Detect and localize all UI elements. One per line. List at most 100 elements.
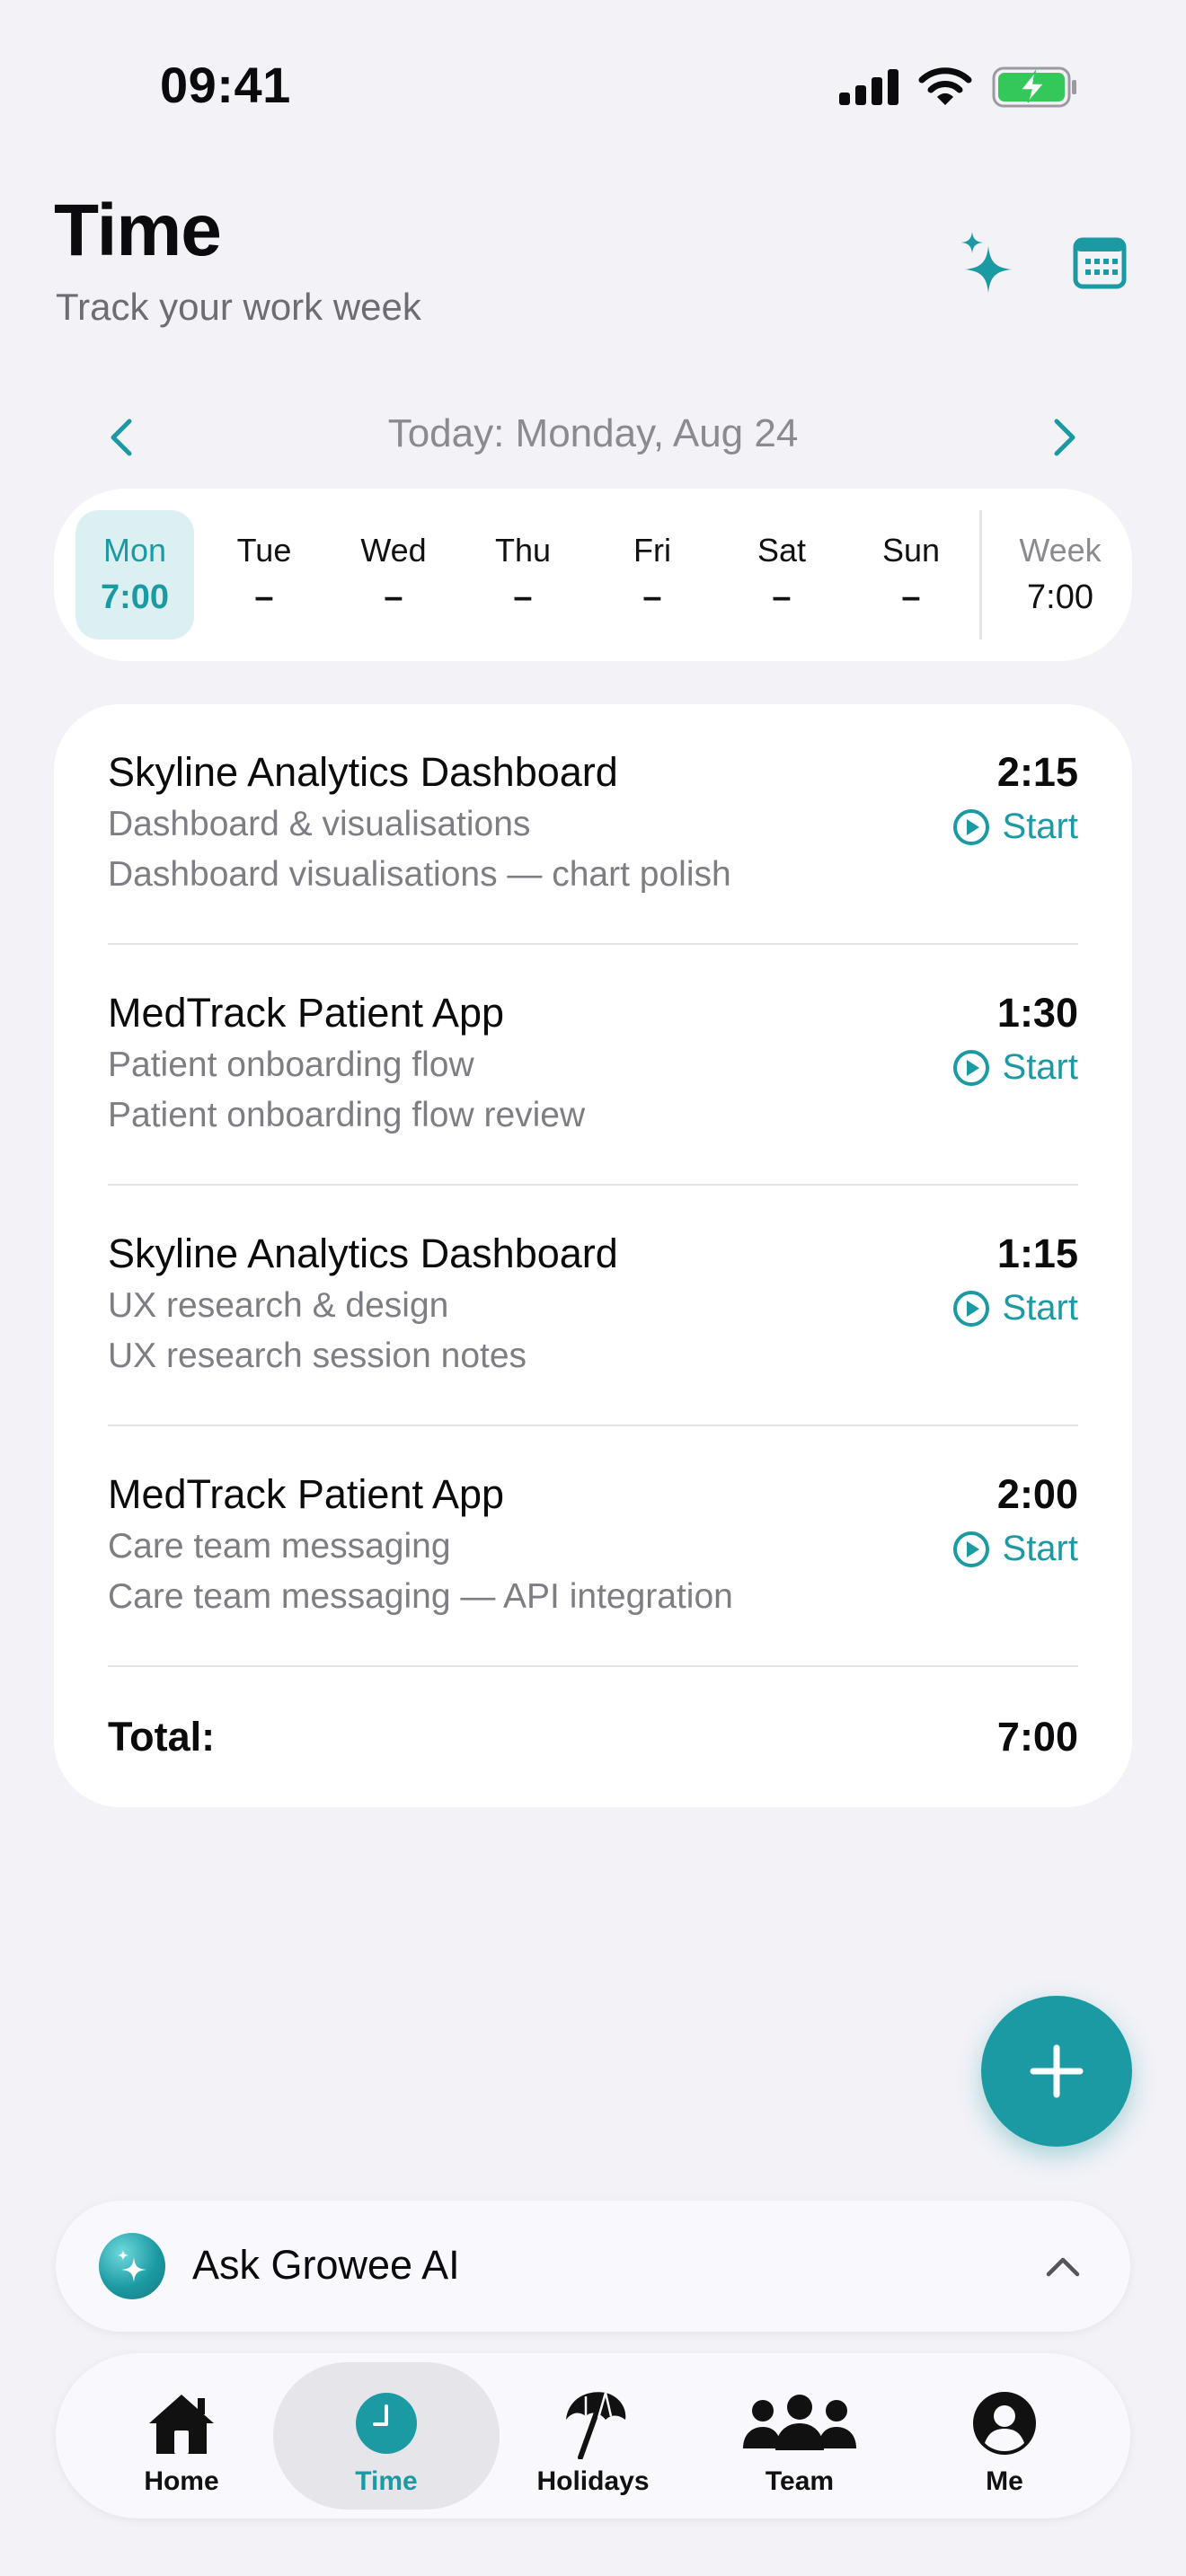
- day-name: Mon: [102, 532, 167, 569]
- day-name: Fri: [633, 532, 671, 569]
- sparkle-icon: [961, 232, 1012, 293]
- day-hours: –: [642, 578, 662, 616]
- day-tue[interactable]: Tue –: [205, 510, 323, 640]
- day-name: Tue: [236, 532, 292, 569]
- entry-duration: 1:15: [996, 1231, 1078, 1276]
- week-total: Week 7:00: [997, 510, 1123, 640]
- ai-sparkle-button[interactable]: [952, 226, 1024, 298]
- entry-task: Patient onboarding flow: [108, 1045, 474, 1084]
- time-entry[interactable]: Skyline Analytics Dashboard UX research …: [108, 1186, 1078, 1426]
- total-label: Total:: [108, 1714, 216, 1760]
- home-icon: [149, 2395, 214, 2454]
- ask-ai-bar[interactable]: Ask Growee AI: [56, 2201, 1130, 2332]
- tab-holidays[interactable]: Holidays: [480, 2362, 706, 2510]
- day-name: Wed: [360, 532, 427, 569]
- week-total-label: Week: [1019, 532, 1102, 569]
- day-thu[interactable]: Thu –: [464, 510, 582, 640]
- page-subtitle: Track your work week: [56, 286, 421, 328]
- next-day-button[interactable]: [1033, 406, 1096, 469]
- day-fri[interactable]: Fri –: [593, 510, 712, 640]
- tab-label: Time: [355, 2466, 418, 2496]
- day-hours: –: [901, 578, 921, 616]
- tab-me[interactable]: Me: [891, 2362, 1118, 2510]
- time-entry[interactable]: MedTrack Patient App Patient onboarding …: [108, 945, 1078, 1186]
- page-title: Time: [54, 190, 222, 271]
- tab-home[interactable]: Home: [68, 2362, 295, 2510]
- calendar-button[interactable]: [1064, 226, 1136, 298]
- start-timer-button[interactable]: Start: [952, 1529, 1078, 1569]
- day-name: Sat: [757, 532, 807, 569]
- start-timer-button[interactable]: Start: [952, 1047, 1078, 1088]
- week-total-hours: 7:00: [1027, 578, 1093, 616]
- day-hours: –: [384, 578, 403, 616]
- calendar-icon: [1073, 237, 1127, 289]
- start-timer-button[interactable]: Start: [952, 807, 1078, 847]
- profile-icon: [973, 2392, 1036, 2455]
- day-hours: –: [513, 578, 533, 616]
- week-day-selector: Mon 7:00 Tue – Wed – Thu – Fri – Sat – S…: [54, 489, 1132, 661]
- umbrella-icon: [566, 2392, 626, 2459]
- add-entry-button[interactable]: [981, 1996, 1132, 2147]
- entry-note: UX research session notes: [108, 1337, 527, 1375]
- status-time: 09:41: [160, 57, 291, 113]
- play-circle-icon: [952, 808, 989, 845]
- start-label: Start: [1002, 1047, 1078, 1087]
- tab-team[interactable]: Team: [686, 2362, 913, 2510]
- entry-duration: 2:00: [996, 1471, 1078, 1517]
- ai-avatar: [99, 2233, 165, 2299]
- entry-note: Care team messaging — API integration: [108, 1577, 733, 1616]
- ask-ai-label: Ask Growee AI: [192, 2242, 460, 2288]
- day-name: Thu: [494, 532, 552, 569]
- team-icon: [743, 2395, 856, 2450]
- expand-ai-button[interactable]: [1033, 2236, 1093, 2296]
- tab-label: Home: [144, 2466, 219, 2496]
- day-sat[interactable]: Sat –: [722, 510, 841, 640]
- entry-project: MedTrack Patient App: [108, 1471, 505, 1517]
- chevron-left-icon: [111, 419, 132, 456]
- battery-charging-icon: [992, 66, 1076, 108]
- chevron-right-icon: [1054, 419, 1075, 456]
- week-divider: [979, 510, 982, 640]
- play-circle-icon: [952, 1290, 989, 1327]
- entry-project: MedTrack Patient App: [108, 990, 505, 1036]
- tab-bar: Home Time Holidays Team Me: [56, 2353, 1130, 2519]
- tab-label: Holidays: [536, 2466, 650, 2496]
- previous-day-button[interactable]: [90, 406, 153, 469]
- current-date-label: Today: Monday, Aug 24: [387, 411, 799, 455]
- entry-task: Care team messaging: [108, 1527, 451, 1566]
- time-entry[interactable]: MedTrack Patient App Care team messaging…: [108, 1426, 1078, 1667]
- play-circle-icon: [952, 1049, 989, 1086]
- entry-task: UX research & design: [108, 1286, 449, 1325]
- entry-note: Patient onboarding flow review: [108, 1096, 586, 1134]
- day-mon[interactable]: Mon 7:00: [75, 510, 194, 640]
- time-entries-card: Skyline Analytics Dashboard Dashboard & …: [54, 704, 1132, 1807]
- play-circle-icon: [952, 1531, 989, 1567]
- day-hours: –: [254, 578, 274, 616]
- total-value: 7:00: [996, 1714, 1078, 1760]
- tab-time[interactable]: Time: [273, 2362, 500, 2510]
- start-label: Start: [1002, 1288, 1078, 1328]
- day-wed[interactable]: Wed –: [334, 510, 453, 640]
- plus-icon: [1030, 2044, 1084, 2098]
- sparkle-icon: [118, 2250, 146, 2282]
- tab-label: Me: [986, 2466, 1023, 2496]
- start-timer-button[interactable]: Start: [952, 1288, 1078, 1328]
- start-label: Start: [1002, 807, 1078, 846]
- start-label: Start: [1002, 1529, 1078, 1568]
- entry-project: Skyline Analytics Dashboard: [108, 749, 618, 795]
- entry-task: Dashboard & visualisations: [108, 805, 531, 843]
- cellular-signal-icon: [839, 69, 898, 105]
- day-name: Sun: [881, 532, 941, 569]
- day-hours: –: [772, 578, 792, 616]
- status-icons: [839, 63, 1078, 111]
- time-entry[interactable]: Skyline Analytics Dashboard Dashboard & …: [108, 704, 1078, 945]
- clock-icon: [356, 2393, 417, 2454]
- tab-label: Team: [765, 2466, 835, 2496]
- wifi-icon: [918, 67, 972, 105]
- divider: [108, 1665, 1078, 1667]
- day-sun[interactable]: Sun –: [852, 510, 970, 640]
- entry-project: Skyline Analytics Dashboard: [108, 1231, 618, 1276]
- entry-duration: 2:15: [996, 749, 1078, 795]
- day-hours: 7:00: [100, 578, 170, 616]
- chevron-up-icon: [1046, 2257, 1080, 2277]
